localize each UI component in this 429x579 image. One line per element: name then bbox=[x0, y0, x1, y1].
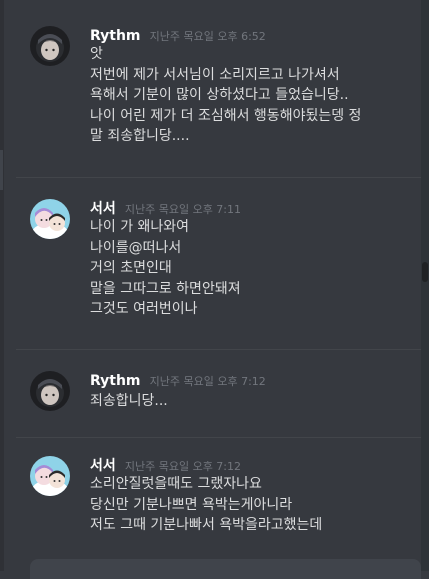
message-line: 앗 bbox=[90, 46, 103, 62]
avatar[interactable] bbox=[30, 26, 70, 66]
message-line: 소리안질럿을때도 그랬자나요 bbox=[90, 476, 262, 492]
timestamp: 지난주 목요일 오후 6:52 bbox=[149, 30, 266, 43]
scrollbar-thumb[interactable] bbox=[422, 262, 428, 282]
username[interactable]: Rythm bbox=[90, 28, 141, 44]
timestamp: 지난주 목요일 오후 7:12 bbox=[124, 460, 242, 473]
rythm-avatar-icon bbox=[30, 26, 70, 66]
avatar[interactable] bbox=[30, 456, 70, 496]
message-input[interactable] bbox=[30, 559, 421, 579]
message-line: 저번에 제가 서서님이 소리지르고 나가셔서 bbox=[90, 66, 340, 83]
message-line: 그것도 여러번이나 bbox=[90, 301, 198, 317]
message-line: 거의 초면인대 bbox=[90, 260, 172, 276]
message-line: 저도 그때 기분나빠서 욕박을라고했는데 bbox=[90, 517, 323, 533]
message-divider bbox=[16, 437, 421, 438]
username[interactable]: Rythm bbox=[90, 373, 141, 389]
timestamp: 지난주 목요일 오후 7:11 bbox=[124, 203, 242, 216]
avatar[interactable] bbox=[30, 199, 70, 239]
message-line: 나이 가 왜나와여 bbox=[90, 219, 190, 235]
collapse-handle[interactable] bbox=[0, 150, 3, 190]
message-line: 당신만 기분나쁘면 욕박는게아니라 bbox=[90, 496, 293, 513]
timestamp: 지난주 목요일 오후 7:12 bbox=[149, 375, 266, 388]
message-divider bbox=[16, 349, 421, 350]
seoseo-avatar-icon bbox=[30, 199, 70, 239]
message-line: 말을 그따그로 하면안돼져 bbox=[90, 280, 241, 297]
username[interactable]: 서서 bbox=[90, 201, 116, 217]
scrollbar[interactable] bbox=[421, 0, 429, 571]
message-line: 욕해서 기분이 많이 상하셨다고 들었습니당.. bbox=[90, 87, 349, 103]
message-line: 말 죄송합니당.... bbox=[90, 128, 190, 144]
message-divider bbox=[16, 177, 421, 178]
seoseo-avatar-icon bbox=[30, 456, 70, 496]
channel-list-edge bbox=[0, 0, 4, 571]
avatar[interactable] bbox=[30, 371, 70, 411]
message-line: 죄송합니당... bbox=[90, 393, 168, 409]
rythm-avatar-icon bbox=[30, 371, 70, 411]
message-line: 나이 어린 제가 더 조심해서 행동해야됬는뎅 정 bbox=[90, 107, 362, 124]
message-line: 나이를@떠나서 bbox=[90, 239, 182, 256]
username[interactable]: 서서 bbox=[90, 458, 116, 474]
